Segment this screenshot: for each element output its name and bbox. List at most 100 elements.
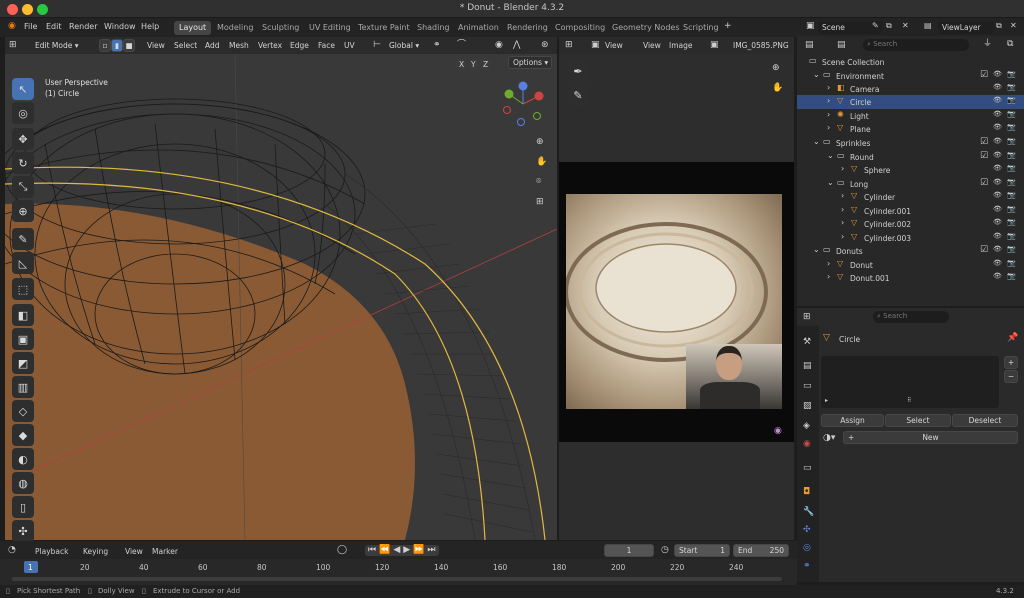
visibility-eye-icon[interactable]: 👁 xyxy=(993,192,1002,199)
object-tab-icon[interactable]: ◘ xyxy=(803,488,810,497)
workspace-tab[interactable]: Compositing xyxy=(550,21,610,35)
remove-viewlayer-icon[interactable]: ✕ xyxy=(1010,22,1017,30)
visibility-eye-icon[interactable]: 👁 xyxy=(993,260,1002,267)
outliner-row[interactable]: › ✺ Light 👁 📷 xyxy=(797,109,1024,123)
expand-arrow-icon[interactable]: › xyxy=(841,206,844,214)
viewport-menu-edge[interactable]: Edge xyxy=(290,41,309,50)
expand-arrow-icon[interactable]: ⌄ xyxy=(813,246,820,254)
measure-tool-icon[interactable]: ◺ xyxy=(12,252,34,274)
navigation-gizmo[interactable] xyxy=(499,80,547,128)
jump-keyframe-forward-icon[interactable]: ⏩ xyxy=(413,546,424,555)
pin-icon[interactable]: ✎ xyxy=(872,22,879,30)
menu-window[interactable]: Window xyxy=(104,22,136,31)
new-collection-icon[interactable]: ⧉ xyxy=(1007,40,1013,49)
scene-tab-icon[interactable]: ◈ xyxy=(803,422,810,431)
add-workspace-icon[interactable]: + xyxy=(724,22,732,31)
remove-scene-icon[interactable]: ✕ xyxy=(902,22,909,30)
render-camera-icon[interactable]: 📷 xyxy=(1007,273,1016,280)
axis-lock-y[interactable]: Y xyxy=(468,59,479,70)
jump-end-icon[interactable]: ⏭ xyxy=(427,546,435,555)
expand-arrow-icon[interactable]: ⌄ xyxy=(813,138,820,146)
modifier-tab-icon[interactable]: 🔧 xyxy=(803,508,814,517)
properties-type-icon[interactable]: ⊞ xyxy=(803,313,811,322)
workspace-tab[interactable]: Layout xyxy=(174,21,212,35)
expand-arrow-icon[interactable]: › xyxy=(841,165,844,173)
menu-render[interactable]: Render xyxy=(69,22,97,31)
outliner-row[interactable]: › ▽ Plane 👁 📷 xyxy=(797,122,1024,136)
visibility-eye-icon[interactable]: 👁 xyxy=(993,138,1002,145)
jump-keyframe-back-icon[interactable]: ⏪ xyxy=(379,546,390,555)
expand-arrow-icon[interactable]: › xyxy=(841,219,844,227)
pivot-link-icon[interactable]: ⚭ xyxy=(433,41,441,50)
face-select-mode-button[interactable]: ■ xyxy=(123,39,135,52)
annotate-image-tool-icon[interactable]: ✎ xyxy=(567,84,589,106)
expand-arrow-icon[interactable]: › xyxy=(827,260,830,268)
axis-lock-x[interactable]: X xyxy=(456,59,468,70)
world-tab-icon[interactable]: ◉ xyxy=(803,440,811,449)
physics-tab-icon[interactable]: ◎ xyxy=(803,544,811,553)
copy-viewlayer-icon[interactable]: ⧉ xyxy=(996,22,1002,30)
workspace-tab[interactable]: Animation xyxy=(453,21,504,35)
workspace-tab[interactable]: Texture Paint xyxy=(353,21,415,35)
menu-file[interactable]: File xyxy=(24,22,37,31)
render-camera-icon[interactable]: 📷 xyxy=(1007,138,1016,145)
inset-tool-icon[interactable]: ▣ xyxy=(12,328,34,350)
render-camera-icon[interactable]: 📷 xyxy=(1007,111,1016,118)
render-camera-icon[interactable]: 📷 xyxy=(1007,71,1016,78)
viewport-menu-vertex[interactable]: Vertex xyxy=(258,41,282,50)
render-camera-icon[interactable]: 📷 xyxy=(1007,206,1016,213)
falloff-icon[interactable]: ⋀ xyxy=(513,41,520,50)
constraints-tab-icon[interactable]: ⚭ xyxy=(803,562,811,571)
3d-viewport[interactable]: User Perspective (1) Circle X Y Z Option… xyxy=(5,54,557,540)
axis-lock-z[interactable]: Z xyxy=(480,59,492,70)
add-vertex-group-button[interactable]: + xyxy=(1004,356,1018,369)
overlay-icon[interactable]: ⊛ xyxy=(541,41,549,50)
render-camera-icon[interactable]: 📷 xyxy=(1007,260,1016,267)
render-camera-icon[interactable]: 📷 xyxy=(1007,219,1016,226)
workspace-tab[interactable]: Sculpting xyxy=(257,21,304,35)
output-tab-icon[interactable]: ▭ xyxy=(803,382,812,391)
pin-properties-icon[interactable]: 📌 xyxy=(1007,334,1018,343)
menu-help[interactable]: Help xyxy=(141,22,159,31)
viewlayer-selector[interactable]: ViewLayer xyxy=(938,21,994,34)
image-editor-type-icon[interactable]: ⊞ xyxy=(565,41,573,50)
viewport-menu-select[interactable]: Select xyxy=(174,41,197,50)
expand-arrow-icon[interactable]: ⌄ xyxy=(827,179,834,187)
start-frame-field[interactable]: Start 1 xyxy=(674,544,730,557)
editor-type-icon[interactable]: ⊞ xyxy=(9,41,17,50)
timeline-view-menu[interactable]: View xyxy=(125,547,143,556)
outliner-row[interactable]: › ▽ Cylinder.002 👁 📷 xyxy=(797,217,1024,231)
deselect-button[interactable]: Deselect xyxy=(952,414,1018,427)
properties-search[interactable]: ⌕ Search xyxy=(873,311,949,323)
visibility-eye-icon[interactable]: 👁 xyxy=(993,165,1002,172)
render-camera-icon[interactable]: 📷 xyxy=(1007,179,1016,186)
poly-build-tool-icon[interactable]: ◆ xyxy=(12,424,34,446)
select-button[interactable]: Select xyxy=(885,414,951,427)
transform-tool-icon[interactable]: ⊕ xyxy=(12,200,34,222)
outliner-row[interactable]: › ▽ Cylinder.001 👁 📷 xyxy=(797,204,1024,218)
collection-tab-icon[interactable]: ▭ xyxy=(803,464,812,473)
image-view-dropdown[interactable]: View xyxy=(605,41,623,50)
image-editor[interactable]: ✒ ✎ ⊕ ✋ ◉ xyxy=(559,54,794,540)
sample-tool-icon[interactable]: ✒ xyxy=(567,60,589,82)
move-tool-icon[interactable]: ✥ xyxy=(12,128,34,150)
outliner-row[interactable]: › ▽ Donut 👁 📷 xyxy=(797,258,1024,272)
expand-arrow-icon[interactable]: › xyxy=(827,273,830,281)
visibility-eye-icon[interactable]: 👁 xyxy=(993,246,1002,253)
playback-menu[interactable]: Playback xyxy=(35,547,68,556)
render-camera-icon[interactable]: 📷 xyxy=(1007,192,1016,199)
render-tab-icon[interactable]: ▤ xyxy=(803,362,812,371)
workspace-tab[interactable]: Geometry Nodes xyxy=(607,21,684,35)
workspace-tab[interactable]: Modeling xyxy=(212,21,258,35)
outliner-row[interactable]: › ▽ Donut.001 👁 📷 xyxy=(797,271,1024,285)
list-expand-icon[interactable]: ▸ xyxy=(825,398,828,404)
mode-selector[interactable]: Edit Mode ▾ xyxy=(31,39,95,52)
outliner-row[interactable]: › ▽ Circle 👁 📷 xyxy=(797,95,1024,109)
options-dropdown[interactable]: Options ▾ xyxy=(508,56,552,69)
outliner-row[interactable]: ⌄ ▭ Long ☑ 👁 📷 xyxy=(797,177,1024,191)
preview-range-icon[interactable]: ◷ xyxy=(661,546,669,555)
particles-tab-icon[interactable]: ✣ xyxy=(803,526,811,535)
menu-edit[interactable]: Edit xyxy=(46,22,62,31)
render-camera-icon[interactable]: 📷 xyxy=(1007,152,1016,159)
new-material-button[interactable]: + New xyxy=(843,431,1018,444)
